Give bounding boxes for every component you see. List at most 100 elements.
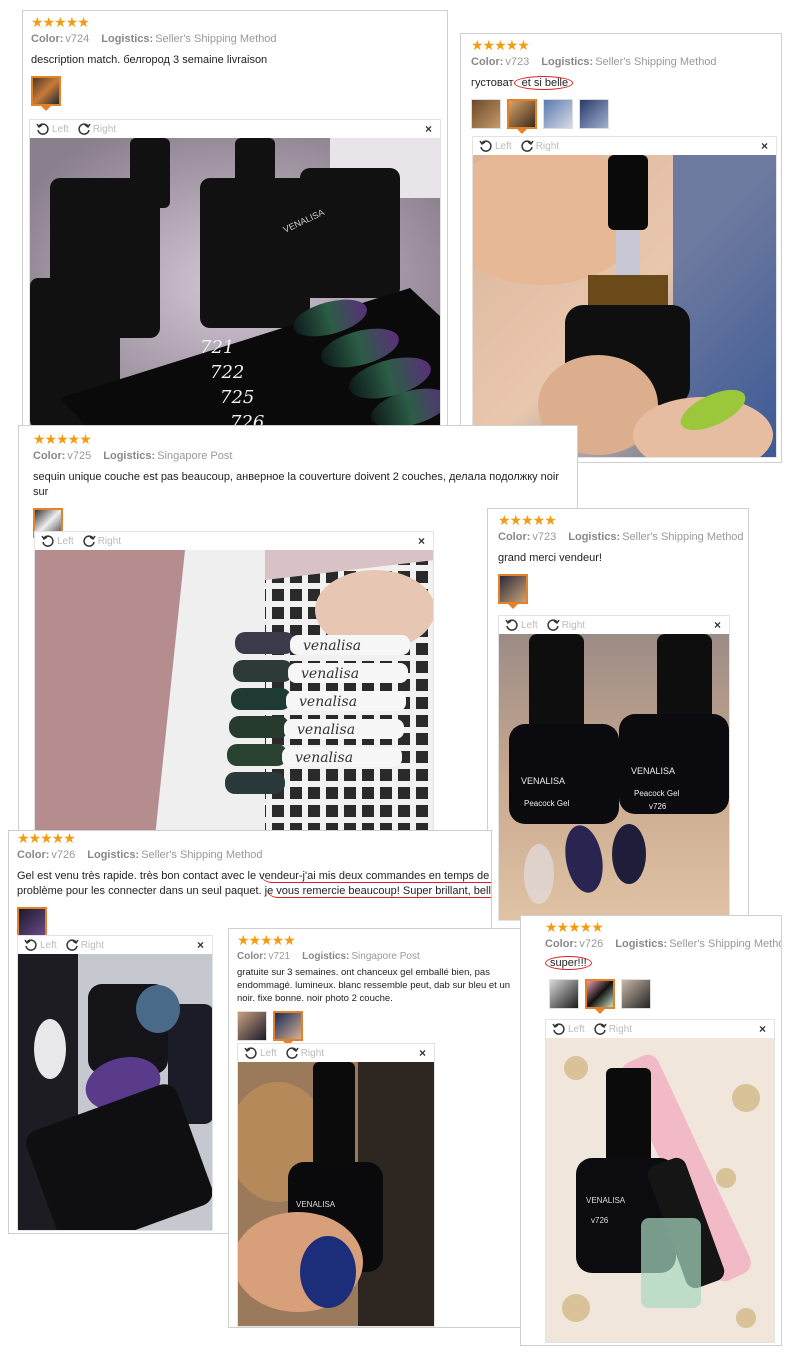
rotate-left-button[interactable]: Left — [36, 122, 69, 136]
rotate-left-button[interactable]: Left — [41, 534, 74, 548]
rotate-right-icon — [66, 939, 79, 951]
svg-text:VENALISA: VENALISA — [631, 766, 675, 776]
viewer-toolbar: Left Right × — [18, 936, 212, 954]
review-text: Gel est venu très rapide. très bon conta… — [17, 869, 491, 899]
thumbnail[interactable] — [31, 76, 61, 111]
review-photo: VENALISA Peacock Gel VENALISA Peacock Ge… — [499, 634, 729, 920]
rotate-right-button[interactable]: Right — [546, 618, 585, 632]
image-viewer: Left Right × VENALISA — [29, 119, 441, 425]
thumbnail[interactable] — [471, 99, 501, 129]
image-viewer: Left Right × — [472, 136, 777, 458]
review-meta: Color: v725 Logistics: Singapore Post — [33, 450, 233, 462]
annotation-underline: je vous remercie beaucoup! Super brillan… — [264, 885, 491, 898]
review-meta: Color: v721 Logistics: Singapore Post — [237, 951, 420, 962]
thumbnail[interactable] — [507, 99, 537, 134]
review-meta: Color: v723 Logistics: Seller's Shipping Me… — [471, 56, 717, 68]
review-meta: Color: v724 Logistics: Seller's Shipping Me… — [31, 33, 277, 45]
close-button[interactable]: × — [419, 1046, 426, 1060]
viewer-toolbar: Left Right × — [35, 532, 433, 550]
rotate-left-icon — [24, 939, 37, 951]
rating-stars: ★★★★★ — [33, 431, 92, 447]
close-button[interactable]: × — [759, 1022, 766, 1036]
thumbnail[interactable] — [585, 979, 615, 1014]
rotate-left-button[interactable]: Left — [552, 1022, 585, 1036]
annotation-circle: et si belle — [513, 76, 574, 90]
svg-text:v726: v726 — [591, 1216, 609, 1225]
rotate-left-button[interactable]: Left — [505, 618, 538, 632]
review-meta: Color: v723 Logistics: Seller's Shipping Me… — [498, 531, 744, 543]
close-button[interactable]: × — [425, 122, 432, 136]
svg-text:VENALISA: VENALISA — [586, 1196, 626, 1205]
close-button[interactable]: × — [761, 139, 768, 153]
svg-text:VENALISA: VENALISA — [521, 776, 565, 786]
rotate-right-icon — [78, 123, 91, 135]
rotate-left-icon — [41, 535, 54, 547]
image-viewer: Left Right × — [17, 935, 213, 1231]
viewer-toolbar: Left Right × — [238, 1044, 434, 1062]
review-text: sequin unique couche est pas beaucoup, а… — [33, 471, 560, 498]
annotation-underline: vendeur-j'ai mis deux commandes en temps… — [259, 870, 491, 883]
viewer-toolbar: Left Right × — [30, 120, 440, 138]
review-photo: VENALISA v726 — [546, 1038, 774, 1342]
svg-text:v726: v726 — [649, 802, 667, 811]
svg-text:VENALISA: VENALISA — [296, 1200, 336, 1209]
thumbnail[interactable] — [621, 979, 651, 1009]
close-button[interactable]: × — [418, 534, 425, 548]
rating-stars: ★★★★★ — [31, 14, 90, 30]
review-photo — [473, 155, 776, 457]
rotate-right-button[interactable]: Right — [593, 1022, 632, 1036]
svg-text:Peacock Gel: Peacock Gel — [524, 799, 570, 808]
close-button[interactable]: × — [197, 938, 204, 952]
review-text: description match. белгород 3 semaine li… — [31, 54, 268, 66]
rotate-right-icon — [286, 1047, 299, 1059]
rotate-right-button[interactable]: Right — [77, 122, 116, 136]
review-card-4: ★★★★★ Color: v723 Logistics: Seller's Shipp… — [487, 508, 749, 946]
viewer-toolbar: Left Right × — [473, 137, 776, 155]
thumbnail[interactable] — [549, 979, 579, 1009]
viewer-toolbar: Left Right × — [546, 1020, 774, 1038]
close-button[interactable]: × — [714, 618, 721, 632]
review-meta: Color: v726 Logistics: Seller's Shipping Me… — [545, 938, 782, 950]
svg-text:venalisa: venalisa — [299, 694, 357, 710]
rotate-left-icon — [505, 619, 518, 631]
thumbnail[interactable] — [498, 574, 528, 609]
thumbnail[interactable] — [579, 99, 609, 129]
svg-text:Peacock Gel: Peacock Gel — [634, 789, 680, 798]
rotate-right-icon — [547, 619, 560, 631]
rating-stars: ★★★★★ — [498, 512, 557, 528]
rotate-right-button[interactable]: Right — [82, 534, 121, 548]
rating-stars: ★★★★★ — [545, 919, 604, 935]
rating-stars: ★★★★★ — [471, 37, 530, 53]
review-text: густоват et si belle — [471, 76, 771, 91]
review-text: super!!! — [545, 956, 757, 971]
thumbnail[interactable] — [237, 1011, 267, 1041]
rotate-left-icon — [36, 123, 49, 135]
rotate-right-button[interactable]: Right — [520, 139, 559, 153]
thumbnail-strip — [471, 99, 771, 134]
rotate-left-button[interactable]: Left — [24, 938, 57, 952]
thumbnail[interactable] — [543, 99, 573, 129]
review-photo: venalisa venalisa venalisa venalisa vena… — [35, 550, 433, 834]
rotate-left-icon — [552, 1023, 565, 1035]
thumbnail-strip — [237, 1011, 519, 1046]
rotate-right-button[interactable]: Right — [65, 938, 104, 952]
rotate-left-button[interactable]: Left — [244, 1046, 277, 1060]
svg-text:venalisa: venalisa — [303, 638, 361, 654]
thumbnail-strip — [31, 76, 439, 111]
svg-text:venalisa: venalisa — [295, 750, 353, 766]
rotate-left-icon — [479, 140, 492, 152]
rotate-right-icon — [83, 535, 96, 547]
review-card-2: ★★★★★ Color: v723 Logistics: Seller's Shipp… — [460, 33, 782, 463]
rotate-left-button[interactable]: Left — [479, 139, 512, 153]
thumbnail[interactable] — [273, 1011, 303, 1046]
rotate-right-button[interactable]: Right — [285, 1046, 324, 1060]
review-card-6: ★★★★★ Color: v721 Logistics: Singapore Post… — [228, 928, 528, 1328]
image-viewer: Left Right × VENALISA v726 — [545, 1019, 775, 1343]
viewer-toolbar: Left Right × — [499, 616, 729, 634]
rating-stars: ★★★★★ — [17, 830, 76, 846]
svg-text:venalisa: venalisa — [297, 722, 355, 738]
rating-stars: ★★★★★ — [237, 932, 296, 948]
annotation-circle: super!!! — [545, 956, 592, 970]
thumbnail[interactable] — [17, 907, 47, 942]
review-card-1: ★★★★★ Color: v724 Logistics: Seller's Shipp… — [22, 10, 448, 426]
